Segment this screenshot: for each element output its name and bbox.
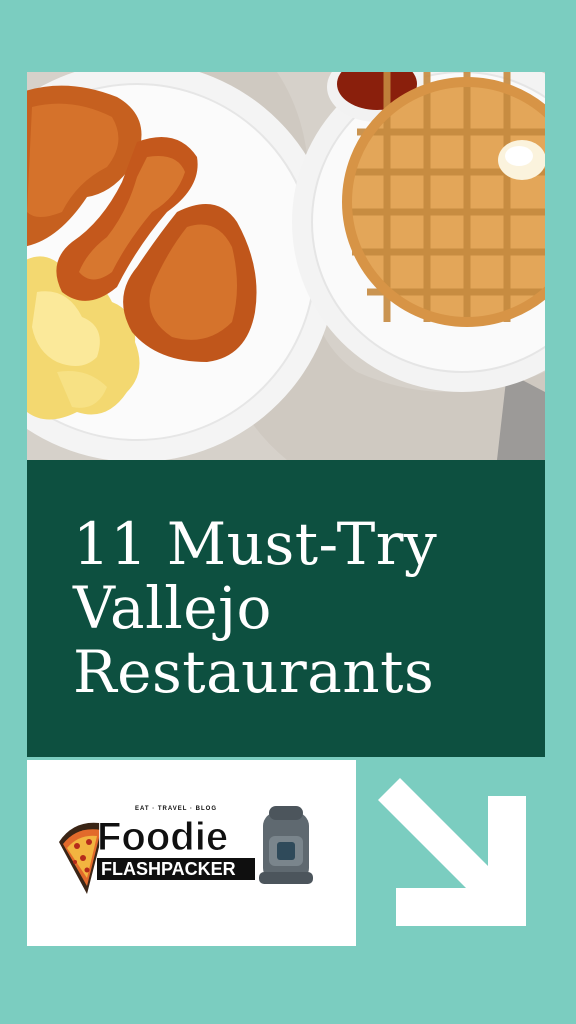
title-panel: 11 Must-Try Vallejo Restaurants <box>27 460 545 757</box>
arrow-down-right-icon[interactable] <box>378 778 526 926</box>
logo-panel[interactable]: EAT · TRAVEL · BLOG Foodie FLASHPACKER <box>27 760 356 946</box>
title-line-2: Vallejo <box>73 574 272 642</box>
backpack-icon <box>259 806 313 884</box>
logo-tagline: EAT · TRAVEL · BLOG <box>135 806 217 812</box>
pin-title: 11 Must-Try Vallejo Restaurants <box>73 512 515 704</box>
logo-name-line1: Foodie <box>97 815 228 859</box>
title-line-1: 11 Must-Try <box>73 510 438 578</box>
logo-name-line2: FLASHPACKER <box>101 859 236 879</box>
foodie-flashpacker-logo: EAT · TRAVEL · BLOG Foodie FLASHPACKER <box>59 806 313 894</box>
food-photo <box>27 72 545 460</box>
title-line-3: Restaurants <box>73 638 435 706</box>
